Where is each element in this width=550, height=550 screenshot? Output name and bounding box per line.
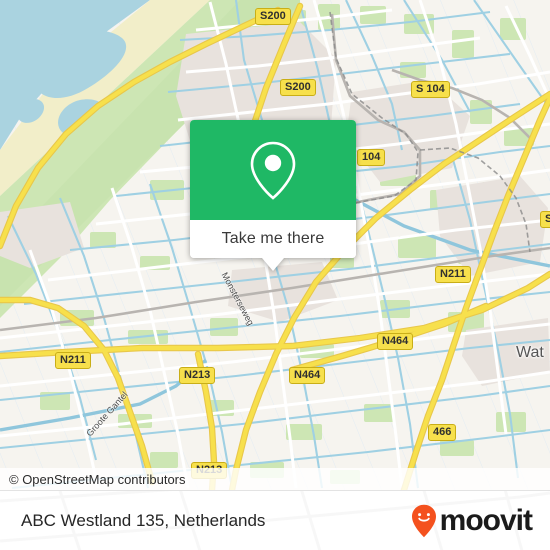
moovit-pin-icon	[411, 504, 436, 538]
popup-card: Take me there	[190, 120, 356, 258]
road-shield-s200-second[interactable]: S200	[280, 79, 316, 96]
road-shield-n211-west[interactable]: N211	[55, 352, 91, 369]
road-shield-104[interactable]: 104	[357, 149, 386, 166]
road-shield-n213-mid[interactable]: N213	[179, 367, 216, 384]
popup-tail	[262, 258, 284, 271]
road-shield-s200-top[interactable]: S200	[255, 8, 291, 25]
map-screenshot: Groote Gantel Monsterseweg Wat S200 S200…	[0, 0, 550, 550]
bottom-bar: ABC Westland 135, Netherlands moovit	[0, 490, 550, 550]
moovit-wordmark: moovit	[439, 504, 533, 537]
moovit-logo[interactable]: moovit	[411, 504, 550, 538]
popup-action-label: Take me there	[221, 230, 325, 247]
attribution-text: © OpenStreetMap contributors	[9, 471, 186, 487]
road-shield-n464-west[interactable]: N464	[289, 367, 326, 384]
popup-header	[190, 120, 356, 220]
popup-action[interactable]: Take me there	[190, 220, 356, 258]
map-pin-icon	[250, 141, 296, 200]
map-attribution: © OpenStreetMap contributors	[0, 468, 550, 490]
location-popup[interactable]: Take me there	[190, 120, 356, 271]
road-shield-n211-east[interactable]: N211	[435, 266, 471, 283]
place-label-wateringen: Wat	[516, 344, 544, 361]
map-canvas[interactable]: Groote Gantel Monsterseweg Wat S200 S200…	[0, 0, 550, 490]
address-label: ABC Westland 135, Netherlands	[21, 511, 266, 530]
road-shield-n464-east[interactable]: N464	[377, 333, 414, 350]
road-shield-right-edge[interactable]: S	[540, 211, 550, 228]
road-shield-466[interactable]: 466	[428, 424, 457, 441]
road-shield-s104[interactable]: S 104	[411, 81, 450, 98]
